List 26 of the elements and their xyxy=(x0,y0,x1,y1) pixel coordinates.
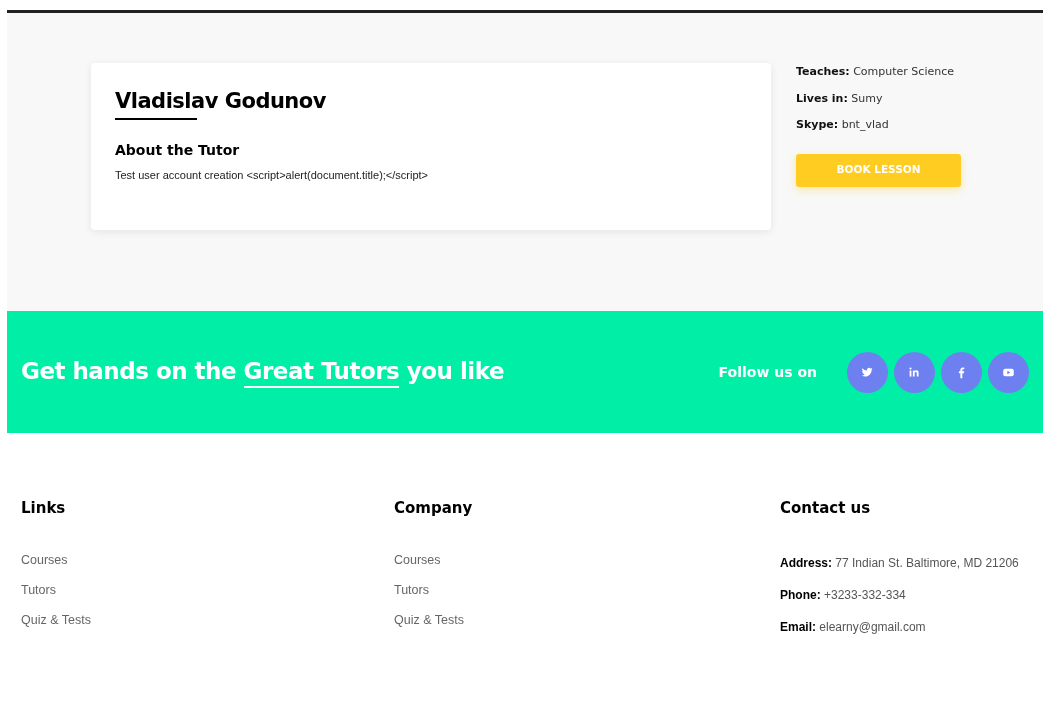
social-button[interactable] xyxy=(941,351,982,393)
footer-heading: Company xyxy=(394,499,474,517)
contact-line: Email: elearny@gmail.com xyxy=(780,619,927,636)
footer-link[interactable]: Courses xyxy=(21,554,394,568)
detail-line: Lives in: Sumy xyxy=(796,90,884,107)
footer-link[interactable]: Tutors xyxy=(21,583,394,598)
banner-heading: Get hands on the Great Tutors you like xyxy=(21,358,505,386)
contact-line: Phone: +3233-332-334 xyxy=(780,587,907,604)
footer-link[interactable]: Quiz & Tests xyxy=(21,613,394,628)
footer-heading: Links xyxy=(21,499,67,517)
footer-link[interactable]: Courses xyxy=(394,554,780,568)
social-button[interactable] xyxy=(988,351,1029,393)
contact-line: Address: 77 Indian St. Baltimore, MD 21206 xyxy=(780,555,1019,572)
footer-heading: Contact us xyxy=(780,499,872,517)
linkedin-icon xyxy=(908,365,921,379)
follow-label: Follow us on xyxy=(718,362,817,382)
social-button[interactable] xyxy=(894,351,935,393)
tutor-name: Vladislav Godunov xyxy=(115,89,327,115)
about-heading: About the Tutor xyxy=(115,142,241,159)
detail-line: Teaches: Computer Science xyxy=(796,64,955,80)
social-button[interactable] xyxy=(847,351,888,393)
footer-link[interactable]: Quiz & Tests xyxy=(394,613,780,628)
detail-line: Skype: bnt_vlad xyxy=(796,117,890,133)
twitter-icon xyxy=(861,365,874,379)
footer-link[interactable]: Tutors xyxy=(394,583,780,598)
about-text: Test user account creation <script>alert(document.title);</script> xyxy=(115,168,430,183)
